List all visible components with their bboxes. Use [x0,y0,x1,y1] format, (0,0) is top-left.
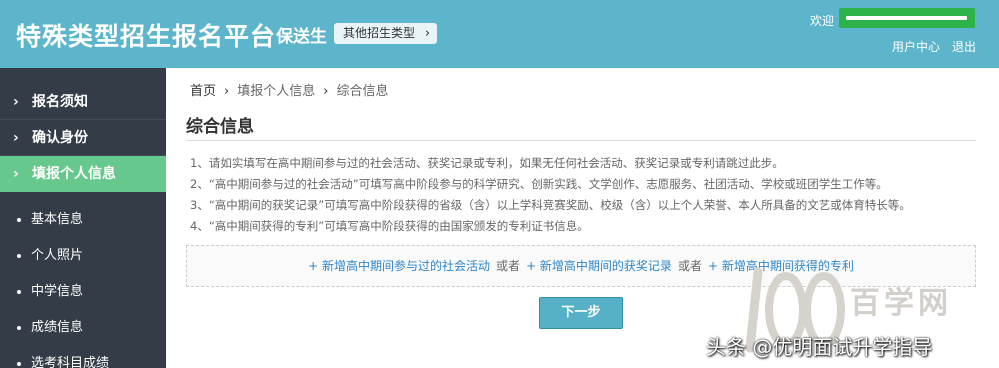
sidebar-item-personal-info[interactable]: › 填报个人信息 [0,156,166,192]
or-text: 或者 [496,259,521,273]
welcome-text: 欢迎 [810,14,835,28]
sidebar-subitem-label: 成绩信息 [31,320,84,335]
next-step-button[interactable]: 下一步 [539,297,623,329]
chevron-right-icon: › [13,130,19,146]
redacted-username-bar [846,16,967,20]
bullet-icon [17,362,21,366]
instruction-line: 1、请如实填写在高中期间参与过的社会活动、获奖记录或专利，如果无任何社会活动、获… [190,156,784,170]
sidebar: › 报名须知 › 确认身份 › 填报个人信息 基本信息 个人照片 中学信息 成绩… [0,68,166,368]
chevron-right-icon: › [424,26,431,41]
sidebar-subitem-basic-info[interactable]: 基本信息 [0,202,166,238]
sidebar-item-label: 确认身份 [32,130,88,146]
platform-title: 特殊类型招生报名平台 [16,22,277,51]
sidebar-subitem-label: 选考科目成绩 [31,356,110,368]
chevron-right-icon: › [323,84,329,99]
user-center-link[interactable]: 用户中心 [892,38,940,55]
or-text: 或者 [677,259,702,273]
instruction-line: 4、“高中期间获得的专利”可填写高中阶段获得的由国家颁发的专利证书信息。 [190,219,589,233]
sidebar-subitem-elective-scores[interactable]: 选考科目成绩 [0,346,166,368]
sidebar-item-label: 报名须知 [32,94,88,110]
sidebar-subitem-label: 个人照片 [31,248,84,263]
sidebar-item-confirm-identity[interactable]: › 确认身份 [0,120,166,156]
logout-link[interactable]: 退出 [952,38,976,55]
chevron-right-icon: › [224,84,230,99]
other-admission-types-button[interactable]: 其他招生类型 › [334,23,438,44]
chevron-right-icon: › [13,166,19,182]
instruction-line: 2、“高中期间参与过的社会活动”可填写高中阶段参与的科学研究、创新实践、文学创作… [190,177,888,191]
page-title: 综合信息 [186,117,254,137]
breadcrumb-current: 综合信息 [336,84,389,99]
sidebar-subitem-label: 中学信息 [31,284,84,299]
chevron-right-icon: › [13,94,19,110]
breadcrumb-home-link[interactable]: 首页 [190,84,216,99]
bullet-icon [17,218,21,222]
bullet-icon [17,290,21,294]
sidebar-item-registration-notice[interactable]: › 报名须知 [0,84,166,120]
sidebar-subitem-school-info[interactable]: 中学信息 [0,274,166,310]
instruction-line: 3、“高中期间的获奖记录”可填写高中阶段获得的省级（含）以上学科竞赛奖励、校级（… [190,198,911,212]
top-header: 特殊类型招生报名平台 保送生 其他招生类型 › 欢迎 用户中心 退出 [0,0,999,68]
username-display [839,8,975,28]
breadcrumb-personal-info-link[interactable]: 填报个人信息 [237,84,315,99]
watermark-credit: 头条 @优明面试升学指导 [706,335,933,359]
admission-type-label: 保送生 [276,27,327,47]
sidebar-subitem-grades[interactable]: 成绩信息 [0,310,166,346]
add-award-link[interactable]: + 新增高中期间的获奖记录 [526,259,672,273]
other-types-label: 其他招生类型 [343,26,416,40]
bullet-icon [17,254,21,258]
bullet-icon [17,326,21,330]
sidebar-item-label: 填报个人信息 [32,166,116,182]
watermark-site-name: 百学网 [850,286,952,321]
breadcrumb: 首页 › 填报个人信息 › 综合信息 [190,80,388,99]
sidebar-subitem-photo[interactable]: 个人照片 [0,238,166,274]
sidebar-subitem-label: 基本信息 [31,212,84,227]
divider [186,140,976,141]
add-social-activity-link[interactable]: + 新增高中期间参与过的社会活动 [308,259,490,273]
